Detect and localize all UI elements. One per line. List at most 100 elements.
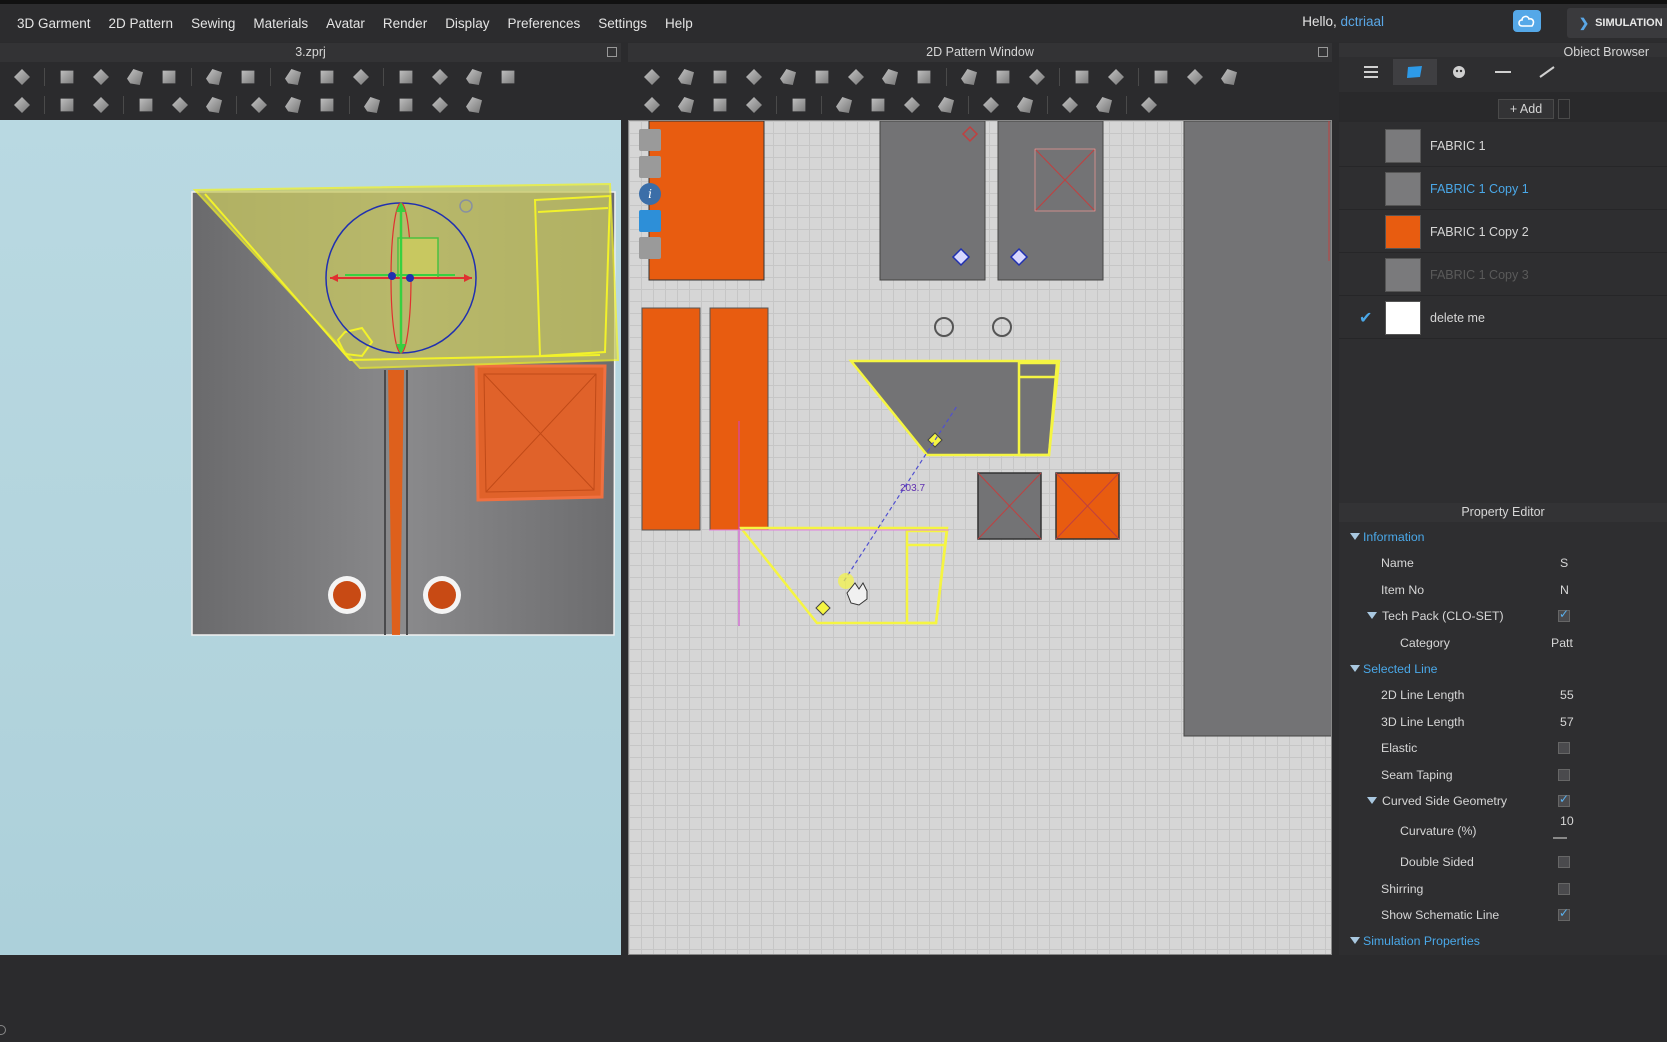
lock-icon[interactable] <box>639 237 661 259</box>
measure-2d-icon[interactable] <box>979 94 1003 116</box>
tab-buttons[interactable] <box>1437 59 1481 85</box>
brush-icon[interactable] <box>236 66 260 88</box>
expand-icon[interactable] <box>1367 796 1377 804</box>
curvature-slider[interactable] <box>1553 837 1567 840</box>
shirring-icon[interactable] <box>1092 94 1116 116</box>
fabric-item[interactable]: FABRIC 1 Copy 3 <box>1339 253 1667 296</box>
popout-icon[interactable] <box>1318 47 1328 57</box>
shirt-icon[interactable] <box>315 66 339 88</box>
dart-icon[interactable] <box>844 66 868 88</box>
figure-icon[interactable] <box>1217 66 1241 88</box>
arrange-icon[interactable] <box>462 94 486 116</box>
text-icon[interactable] <box>1070 66 1094 88</box>
tape-icon[interactable] <box>428 66 452 88</box>
expand-icon[interactable] <box>1367 612 1377 620</box>
pattern-canvas[interactable] <box>629 121 1332 955</box>
transform-icon[interactable] <box>55 66 79 88</box>
distance-icon[interactable] <box>1013 94 1037 116</box>
simulation-button[interactable]: ❯ SIMULATION <box>1567 8 1667 38</box>
category-select[interactable]: Patt <box>1551 636 1573 650</box>
cut-icon[interactable] <box>89 94 113 116</box>
2d-pattern-window[interactable]: 203.7 i <box>628 120 1332 955</box>
internal-shape-icon[interactable] <box>810 66 834 88</box>
username-link[interactable]: dctriaal <box>1340 14 1384 29</box>
expand-icon[interactable] <box>1350 533 1360 540</box>
section-simulation-properties[interactable]: Simulation Properties <box>1339 928 1667 954</box>
name-value[interactable]: S <box>1560 556 1568 570</box>
tab-fabric[interactable] <box>1393 59 1437 85</box>
hanger-icon[interactable] <box>496 66 520 88</box>
rectangle-icon[interactable] <box>742 66 766 88</box>
menu-sewing[interactable]: Sewing <box>182 16 244 31</box>
double-sided-checkbox[interactable] <box>1558 856 1570 869</box>
grade-icon[interactable] <box>1149 66 1173 88</box>
circle-icon[interactable] <box>776 66 800 88</box>
stitch-icon[interactable] <box>168 94 192 116</box>
menu-3d-garment[interactable]: 3D Garment <box>8 16 100 31</box>
schematic-line-checkbox[interactable] <box>1558 906 1570 922</box>
puckering-2d-icon[interactable] <box>934 94 958 116</box>
topstitch-2d-icon[interactable] <box>832 94 856 116</box>
width-icon[interactable] <box>1025 66 1049 88</box>
menu-materials[interactable]: Materials <box>244 16 317 31</box>
measure-icon[interactable] <box>394 66 418 88</box>
segment-stitch-icon[interactable] <box>866 94 890 116</box>
shirring-checkbox[interactable] <box>1558 882 1570 895</box>
shirt-view-icon[interactable] <box>639 156 661 178</box>
curve-icon[interactable] <box>708 66 732 88</box>
3d-viewport[interactable] <box>0 120 621 955</box>
segment-seam-icon[interactable] <box>742 94 766 116</box>
edit-icon[interactable] <box>10 94 34 116</box>
item-no-value[interactable]: N <box>1560 583 1569 597</box>
polygon-icon[interactable] <box>640 66 664 88</box>
menu-settings[interactable]: Settings <box>589 16 656 31</box>
annotation-icon[interactable] <box>1104 66 1128 88</box>
3d-garment-render[interactable] <box>0 120 621 955</box>
fabric-item[interactable]: FABRIC 1 <box>1339 124 1667 167</box>
grain-icon[interactable] <box>991 66 1015 88</box>
trace-icon[interactable] <box>878 66 902 88</box>
line-2d-value[interactable]: 55 <box>1560 688 1574 702</box>
fabric-item[interactable]: ✔ delete me <box>1339 296 1667 339</box>
cloud-button[interactable] <box>1513 10 1541 32</box>
graphic-icon[interactable] <box>428 94 452 116</box>
section-information[interactable]: Information <box>1339 524 1667 550</box>
free-seam-icon[interactable] <box>708 94 732 116</box>
buttonhole-icon[interactable] <box>281 94 305 116</box>
notch-icon[interactable] <box>912 66 936 88</box>
block-icon[interactable] <box>1183 66 1207 88</box>
popout-icon[interactable] <box>607 47 617 57</box>
elastic-checkbox[interactable] <box>1558 742 1570 755</box>
fold-arrange-icon[interactable] <box>123 66 147 88</box>
elastic-icon[interactable] <box>1058 94 1082 116</box>
ruler-icon[interactable] <box>639 129 661 151</box>
puckering-icon[interactable] <box>202 94 226 116</box>
expand-icon[interactable] <box>1350 664 1360 672</box>
fabric-view-icon[interactable] <box>639 210 661 232</box>
avatar-icon[interactable] <box>349 66 373 88</box>
select-icon[interactable] <box>10 66 34 88</box>
iron-icon[interactable] <box>787 94 811 116</box>
edit-point-icon[interactable] <box>674 66 698 88</box>
menu-display[interactable]: Display <box>436 16 498 31</box>
menu-help[interactable]: Help <box>656 16 702 31</box>
uv-icon[interactable] <box>1137 94 1161 116</box>
garment-icon[interactable] <box>281 66 305 88</box>
seam-taping-checkbox[interactable] <box>1558 768 1570 781</box>
menu-avatar[interactable]: Avatar <box>317 16 374 31</box>
ruler-icon[interactable] <box>462 66 486 88</box>
add-button[interactable]: + Add <box>1498 99 1554 119</box>
expand-icon[interactable] <box>1350 937 1360 945</box>
tab-list[interactable] <box>1349 59 1393 85</box>
texture-icon[interactable] <box>394 94 418 116</box>
menu-2d-pattern[interactable]: 2D Pattern <box>100 16 183 31</box>
trim-icon[interactable] <box>360 94 384 116</box>
fabric-item[interactable]: FABRIC 1 Copy 1 <box>1339 167 1667 210</box>
tab-zipper[interactable] <box>1525 59 1569 85</box>
edit-seam-icon[interactable] <box>674 94 698 116</box>
more-button[interactable] <box>1558 99 1570 119</box>
transform-2d-icon[interactable] <box>640 94 664 116</box>
zipper-icon[interactable] <box>315 94 339 116</box>
fold-line-icon[interactable] <box>957 66 981 88</box>
fold-icon[interactable] <box>89 66 113 88</box>
